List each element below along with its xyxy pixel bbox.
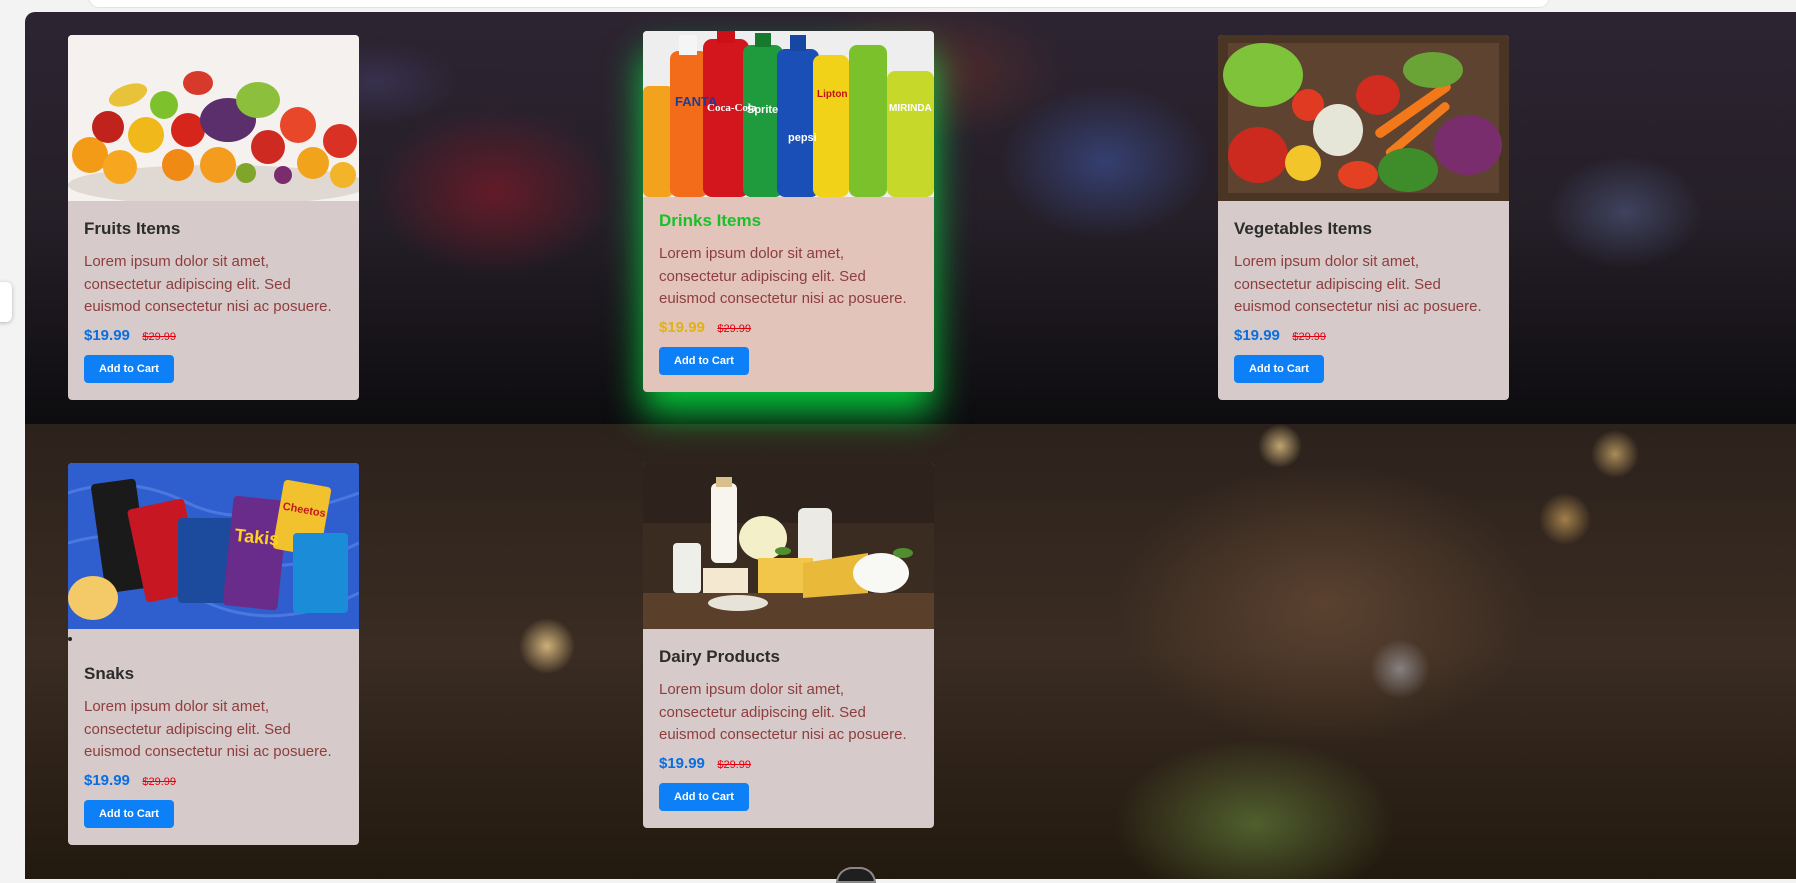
add-to-cart-button[interactable]: Add to Cart <box>659 782 749 811</box>
card-title: Snaks <box>84 664 135 683</box>
price-row: $19.99 $29.99 <box>659 319 918 337</box>
product-card-fruits: Fruits Items Lorem ipsum dolor sit amet,… <box>68 35 359 400</box>
price-row: $19.99 $29.99 <box>659 755 918 773</box>
card-description: Lorem ipsum dolor sit amet, consectetur … <box>1234 253 1482 315</box>
card-title: Fruits Items <box>84 219 181 238</box>
add-to-cart-button[interactable]: Add to Cart <box>659 346 749 375</box>
side-panel-tab[interactable] <box>0 282 12 322</box>
card-title: Dairy Products <box>659 647 780 666</box>
card-description: Lorem ipsum dolor sit amet, consectetur … <box>659 681 907 743</box>
add-to-cart-button[interactable]: Add to Cart <box>1234 354 1324 383</box>
price-row: $19.99 $29.99 <box>84 772 343 790</box>
product-card-snacks: Takis Cheetos Snaks Lorem ipsum dolor si… <box>68 463 359 845</box>
add-to-cart-button[interactable]: Add to Cart <box>84 799 174 828</box>
svg-text:Lipton: Lipton <box>817 89 848 100</box>
price-row: $19.99 $29.99 <box>1234 327 1493 345</box>
product-card-vegetables: Vegetables Items Lorem ipsum dolor sit a… <box>1218 35 1509 400</box>
original-price: $29.99 <box>142 330 176 343</box>
vegetable-crate-image <box>1218 35 1509 201</box>
card-description: Lorem ipsum dolor sit amet, consectetur … <box>84 253 332 315</box>
card-title: Vegetables Items <box>1234 219 1372 238</box>
dairy-products-image <box>643 463 934 629</box>
svg-text:pepsi: pepsi <box>788 132 817 144</box>
snack-bags-image: Takis Cheetos <box>68 463 359 629</box>
add-to-cart-button[interactable]: Add to Cart <box>84 354 174 383</box>
search-bar-edge[interactable] <box>88 0 1550 8</box>
original-price: $29.99 <box>1292 330 1326 343</box>
card-description: Lorem ipsum dolor sit amet, consectetur … <box>659 245 907 307</box>
current-price: $19.99 <box>1234 326 1280 344</box>
card-title: Drinks Items <box>659 211 762 230</box>
original-price: $29.99 <box>717 322 751 335</box>
current-price: $19.99 <box>84 326 130 344</box>
svg-text:Sprite: Sprite <box>747 104 778 116</box>
product-card-dairy: Dairy Products Lorem ipsum dolor sit ame… <box>643 463 934 828</box>
stray-bullet <box>68 637 72 641</box>
card-description: Lorem ipsum dolor sit amet, consectetur … <box>84 698 332 760</box>
product-section: Fruits Items Lorem ipsum dolor sit amet,… <box>25 12 1796 879</box>
price-row: $19.99 $29.99 <box>84 327 343 345</box>
soda-bottles-image: FANTA Coca-Cola Sprite pepsi Lipton MIRI… <box>643 31 934 197</box>
original-price: $29.99 <box>717 758 751 771</box>
svg-text:MIRINDA: MIRINDA <box>889 103 932 114</box>
current-price: $19.99 <box>659 754 705 772</box>
product-card-drinks: FANTA Coca-Cola Sprite pepsi Lipton MIRI… <box>643 31 934 392</box>
current-price: $19.99 <box>84 771 130 789</box>
original-price: $29.99 <box>142 775 176 788</box>
current-price: $19.99 <box>659 318 705 336</box>
fruit-pile-image <box>68 35 359 201</box>
